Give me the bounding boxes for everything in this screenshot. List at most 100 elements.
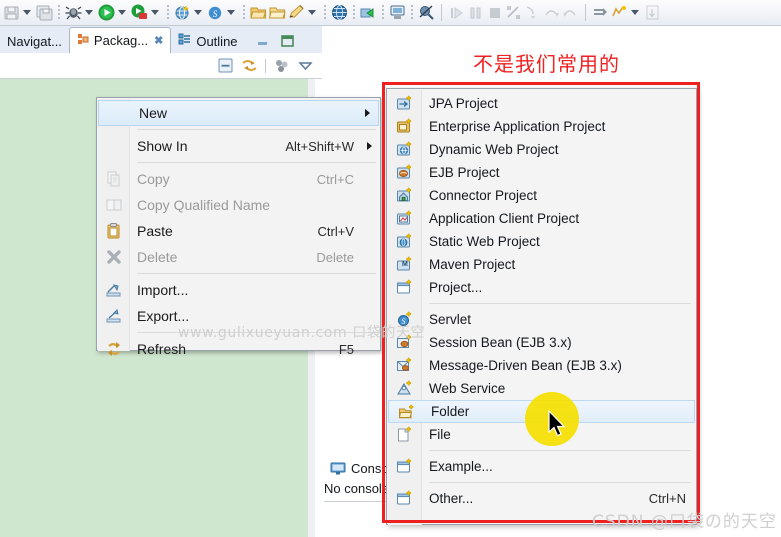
print-icon xyxy=(388,3,407,22)
new-web-dropdown-arrow[interactable] xyxy=(194,10,202,15)
new-server-dropdown-arrow[interactable] xyxy=(227,10,235,15)
external-tools-button[interactable] xyxy=(130,1,163,25)
context-menu[interactable]: New Show In Alt+Shift+W Copy Ctrl+C Copy… xyxy=(96,97,381,357)
menu-item-paste[interactable]: Paste Ctrl+V xyxy=(97,218,380,244)
new-submenu[interactable]: JPA Project Enterprise Application Proje… xyxy=(386,88,697,525)
submenu-item-application-client-project-label: Application Client Project xyxy=(429,211,580,226)
toolbar-separator xyxy=(353,5,355,20)
copy-qualified-icon xyxy=(105,196,123,214)
menu-item-copy[interactable]: Copy Ctrl+C xyxy=(97,166,380,192)
submenu-item-other[interactable]: Other... Ctrl+N xyxy=(387,487,696,510)
menu-item-paste-label: Paste xyxy=(137,223,173,239)
sidebar-item-outline[interactable]: Outline xyxy=(171,29,244,53)
save-dropdown-arrow[interactable] xyxy=(23,10,31,15)
submenu-item-static-web-project[interactable]: Static Web Project xyxy=(387,230,696,253)
connector-project-icon xyxy=(396,187,414,205)
web-service-icon xyxy=(396,380,414,398)
view-menu-icon[interactable] xyxy=(297,57,314,74)
view-tab-strip: Navigat... Packag... ✖ Outline xyxy=(0,26,322,53)
debug-icon xyxy=(64,3,83,22)
chevron-right-icon xyxy=(367,142,372,150)
search-button[interactable] xyxy=(417,1,436,25)
open-type-button[interactable] xyxy=(268,1,287,25)
save-all-button[interactable] xyxy=(35,1,54,25)
step-over-button[interactable] xyxy=(542,1,561,25)
debug-dropdown-arrow[interactable] xyxy=(85,10,93,15)
print-button[interactable] xyxy=(388,1,407,25)
menu-item-import[interactable]: Import... xyxy=(97,277,380,303)
new-server-button[interactable]: S xyxy=(206,1,239,25)
submenu-item-dynamic-web-project[interactable]: Dynamic Web Project xyxy=(387,138,696,161)
new-web-artifact-button[interactable] xyxy=(173,1,206,25)
submenu-item-other-shortcut: Ctrl+N xyxy=(648,491,686,506)
submenu-item-servlet[interactable]: S Servlet xyxy=(387,308,696,331)
menu-item-show-in[interactable]: Show In Alt+Shift+W xyxy=(97,133,380,159)
submenu-item-ejb-project[interactable]: EJB Project xyxy=(387,161,696,184)
submenu-item-enterprise-application-project[interactable]: Enterprise Application Project xyxy=(387,115,696,138)
servlet-icon: S xyxy=(396,311,414,329)
annotation-dropdown-arrow[interactable] xyxy=(631,10,639,15)
debug-button[interactable] xyxy=(64,1,97,25)
submenu-item-example[interactable]: Example... xyxy=(387,455,696,478)
previous-annotation-icon xyxy=(610,3,629,22)
submenu-item-jpa-project[interactable]: JPA Project xyxy=(387,92,696,115)
new-web-icon xyxy=(173,3,192,22)
link-with-editor-icon[interactable] xyxy=(241,57,258,74)
save-button[interactable] xyxy=(2,1,35,25)
submenu-item-project[interactable]: Project... xyxy=(387,276,696,299)
mouse-cursor-icon xyxy=(548,410,566,437)
disconnect-button[interactable] xyxy=(504,1,523,25)
resume-button[interactable] xyxy=(447,1,466,25)
external-tools-icon xyxy=(130,3,149,22)
last-edit-location-button[interactable] xyxy=(643,1,662,25)
submenu-item-session-bean[interactable]: Session Bean (EJB 3.x) xyxy=(387,331,696,354)
terminate-button[interactable] xyxy=(485,1,504,25)
minimize-icon[interactable] xyxy=(255,34,271,53)
external-tools-dropdown-arrow[interactable] xyxy=(151,10,159,15)
previous-annotation-button[interactable] xyxy=(610,1,643,25)
submenu-item-project-label: Project... xyxy=(429,280,483,295)
collapse-all-icon[interactable] xyxy=(217,57,234,74)
message-driven-bean-icon xyxy=(396,357,414,375)
menu-item-delete[interactable]: Delete Delete xyxy=(97,244,380,270)
run-button[interactable] xyxy=(97,1,130,25)
edit-button[interactable] xyxy=(287,1,320,25)
maximize-icon[interactable] xyxy=(279,34,295,53)
menu-item-copy-qualified-name-label: Copy Qualified Name xyxy=(137,197,271,213)
submenu-item-jpa-project-label: JPA Project xyxy=(429,96,498,111)
submenu-item-maven-project[interactable]: M Maven Project xyxy=(387,253,696,276)
edit-dropdown-arrow[interactable] xyxy=(308,10,316,15)
new-server-icon: S xyxy=(206,3,225,22)
open-browser-button[interactable] xyxy=(330,1,349,25)
submenu-item-application-client-project[interactable]: Application Client Project xyxy=(387,207,696,230)
next-annotation-button[interactable] xyxy=(591,1,610,25)
submenu-item-web-service-label: Web Service xyxy=(429,381,506,396)
submenu-item-message-driven-bean[interactable]: Message-Driven Bean (EJB 3.x) xyxy=(387,354,696,377)
step-into-button[interactable] xyxy=(523,1,542,25)
menu-item-export[interactable]: Export... xyxy=(97,303,380,329)
menu-separator xyxy=(137,332,376,333)
focus-icon[interactable] xyxy=(273,57,290,74)
sidebar-item-package-explorer[interactable]: Packag... ✖ xyxy=(68,27,172,53)
menu-item-refresh[interactable]: Refresh F5 xyxy=(97,336,380,362)
menu-item-delete-label: Delete xyxy=(137,249,178,265)
resume-icon xyxy=(447,3,466,22)
toolbar-separator xyxy=(58,5,60,20)
open-resource-button[interactable] xyxy=(249,1,268,25)
step-into-icon xyxy=(523,3,542,22)
submenu-item-file-label: File xyxy=(429,427,451,442)
step-return-button[interactable] xyxy=(561,1,580,25)
submenu-item-connector-project-label: Connector Project xyxy=(429,188,538,203)
close-icon[interactable]: ✖ xyxy=(154,34,163,47)
suspend-button[interactable] xyxy=(466,1,485,25)
run-dropdown-arrow[interactable] xyxy=(118,10,126,15)
suspend-icon xyxy=(466,3,485,22)
toolbar-separator xyxy=(382,5,384,20)
sidebar-item-navigator[interactable]: Navigat... xyxy=(0,29,69,53)
menu-item-new[interactable]: New xyxy=(98,100,379,126)
menu-item-copy-qualified-name[interactable]: Copy Qualified Name xyxy=(97,192,380,218)
submenu-item-connector-project[interactable]: Connector Project xyxy=(387,184,696,207)
tab-outline-label: Outline xyxy=(196,33,238,49)
run-icon xyxy=(97,3,116,22)
deploy-button[interactable] xyxy=(359,1,378,25)
